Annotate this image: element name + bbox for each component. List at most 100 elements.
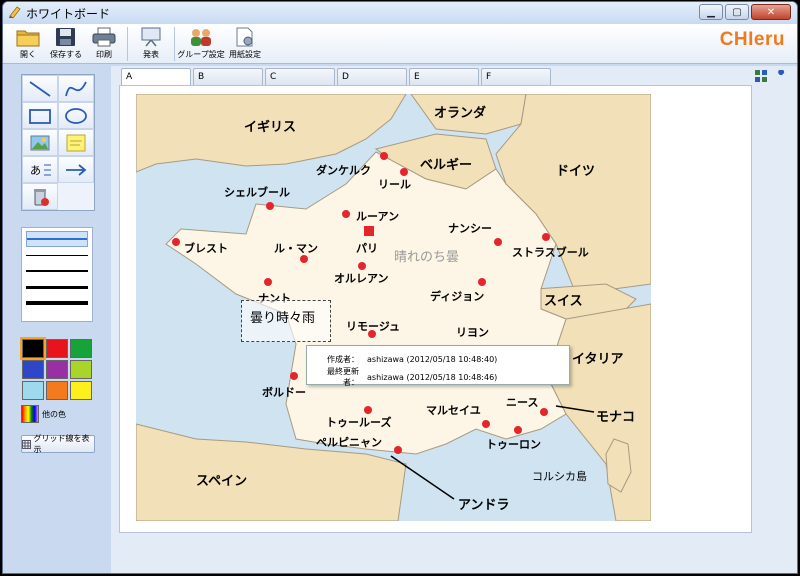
show-grid-button[interactable]: グリッド線を表示	[21, 434, 95, 454]
app-window: ホワイトボード ▁ ▢ ✕ 開く 保存する 印刷 発表 グループ設定 用紙設定 …	[2, 1, 798, 574]
map-label-city: トゥールーズ	[326, 416, 392, 429]
maximize-button[interactable]: ▢	[725, 4, 749, 20]
wrench-icon[interactable]	[775, 70, 787, 82]
line-width-3[interactable]	[26, 263, 88, 279]
paper-settings-button[interactable]: 用紙設定	[223, 24, 267, 64]
tab-b[interactable]: B	[193, 68, 263, 86]
open-button[interactable]: 開く	[9, 24, 47, 64]
tab-f[interactable]: F	[481, 68, 551, 86]
group-settings-button[interactable]: グループ設定	[177, 24, 225, 64]
weather-label[interactable]: 晴れのち曇	[394, 246, 459, 265]
france-map: イギリス オランダ ベルギー ドイツ スイス イタリア モナコ スペイン アンド…	[136, 94, 651, 521]
map-label-city: ペルピニャン	[316, 436, 382, 449]
color-swatch[interactable]	[46, 381, 68, 400]
map-label-city: リール	[378, 178, 411, 191]
sticky-note-icon	[66, 134, 86, 151]
map-label-city: オルレアン	[334, 272, 389, 285]
line-tool[interactable]	[22, 75, 58, 102]
line-width-4[interactable]	[26, 279, 88, 295]
more-colors-button[interactable]: 他の色	[21, 405, 99, 423]
arrow-tool[interactable]	[58, 156, 94, 183]
text-note[interactable]: 曇り時々雨	[241, 300, 331, 342]
line-icon	[29, 80, 51, 97]
tab-e[interactable]: E	[409, 68, 479, 86]
map-label-city: ディジョン	[430, 290, 485, 303]
rectangle-tool[interactable]	[22, 102, 58, 129]
updater-value: ashizawa (2012/05/18 10:48:46)	[367, 372, 498, 382]
present-button[interactable]: 発表	[132, 24, 170, 64]
toolbar-separator	[127, 27, 128, 61]
sticky-note-tool[interactable]	[58, 129, 94, 156]
image-tool[interactable]	[22, 129, 58, 156]
color-swatch[interactable]	[20, 337, 46, 360]
brand-logo: CHIeru	[719, 29, 785, 50]
color-swatch[interactable]	[46, 360, 68, 379]
map-label-city: パリ	[356, 242, 378, 255]
tool-panel: あ 他の色 グリッド線を表示	[20, 74, 99, 454]
group-users-icon	[191, 29, 211, 46]
grid-icon	[22, 439, 31, 449]
color-palette	[20, 337, 95, 401]
folder-icon	[16, 30, 40, 47]
print-button[interactable]: 印刷	[85, 24, 123, 64]
title-bar: ホワイトボード ▁ ▢ ✕	[3, 2, 797, 24]
color-spectrum-icon	[21, 405, 39, 423]
map-label-country: オランダ	[434, 106, 487, 121]
printer-icon	[92, 27, 116, 47]
ellipse-icon	[65, 107, 87, 124]
minimize-button[interactable]: ▁	[699, 4, 723, 20]
map-label-city: トゥーロン	[486, 438, 541, 451]
whiteboard-canvas[interactable]: イギリス オランダ ベルギー ドイツ スイス イタリア モナコ スペイン アンド…	[119, 85, 752, 533]
save-button[interactable]: 保存する	[47, 24, 85, 64]
color-swatch[interactable]	[70, 381, 92, 400]
freehand-icon	[65, 81, 87, 96]
map-label-city: ダンケルク	[316, 164, 371, 177]
line-width-5[interactable]	[26, 295, 88, 311]
color-swatch[interactable]	[22, 381, 44, 400]
map-label-country: ベルギー	[420, 158, 473, 173]
map-label-city: ルーアン	[356, 210, 400, 223]
map-label-country: アンドラ	[458, 498, 510, 513]
tab-d[interactable]: D	[337, 68, 407, 86]
map-label-city: ブレスト	[184, 242, 228, 255]
color-swatch[interactable]	[70, 360, 92, 379]
toolbar: 開く 保存する 印刷 発表 グループ設定 用紙設定 CHIeru	[3, 24, 797, 64]
color-swatch[interactable]	[70, 339, 92, 358]
tab-c[interactable]: C	[265, 68, 335, 86]
arrow-icon	[66, 163, 87, 176]
map-label-city: マルセイユ	[426, 404, 481, 417]
ellipse-tool[interactable]	[58, 102, 94, 129]
map-label-country: イタリア	[572, 352, 624, 367]
map-label-country: コルシカ島	[532, 470, 587, 483]
close-button[interactable]: ✕	[751, 4, 791, 20]
updater-label: 最終更新者：	[327, 367, 359, 387]
board-tabs: ABCDEF	[121, 68, 551, 87]
color-swatch[interactable]	[46, 339, 68, 358]
color-swatch[interactable]	[22, 360, 44, 379]
floppy-disk-icon	[56, 28, 75, 46]
map-label-city: ストラスブール	[512, 246, 589, 259]
map-label-city: リモージュ	[346, 320, 401, 333]
map-label-country: モナコ	[596, 410, 636, 425]
window-title: ホワイトボード	[26, 6, 111, 21]
delete-icon	[34, 188, 49, 206]
presentation-icon	[141, 27, 161, 47]
layout-grid-icon[interactable]	[755, 70, 767, 82]
line-width-2[interactable]	[26, 247, 88, 263]
map-label-city: ボルドー	[262, 386, 306, 399]
author-label: 作成者：	[327, 354, 359, 364]
map-label-city: ル・マン	[274, 242, 318, 255]
text-icon: あ	[30, 164, 51, 177]
text-tool[interactable]: あ	[22, 156, 58, 183]
map-label-city: リヨン	[456, 326, 489, 339]
line-width-picker	[21, 227, 93, 322]
freehand-tool[interactable]	[58, 75, 94, 102]
app-icon	[8, 5, 22, 22]
toolbar-separator	[174, 27, 175, 61]
map-label-city: シェルブール	[224, 186, 290, 199]
drawing-tools: あ	[21, 74, 95, 211]
empty-tool-slot	[58, 183, 94, 210]
delete-tool[interactable]	[22, 183, 58, 210]
line-width-1[interactable]	[26, 231, 88, 247]
image-icon	[30, 135, 50, 150]
